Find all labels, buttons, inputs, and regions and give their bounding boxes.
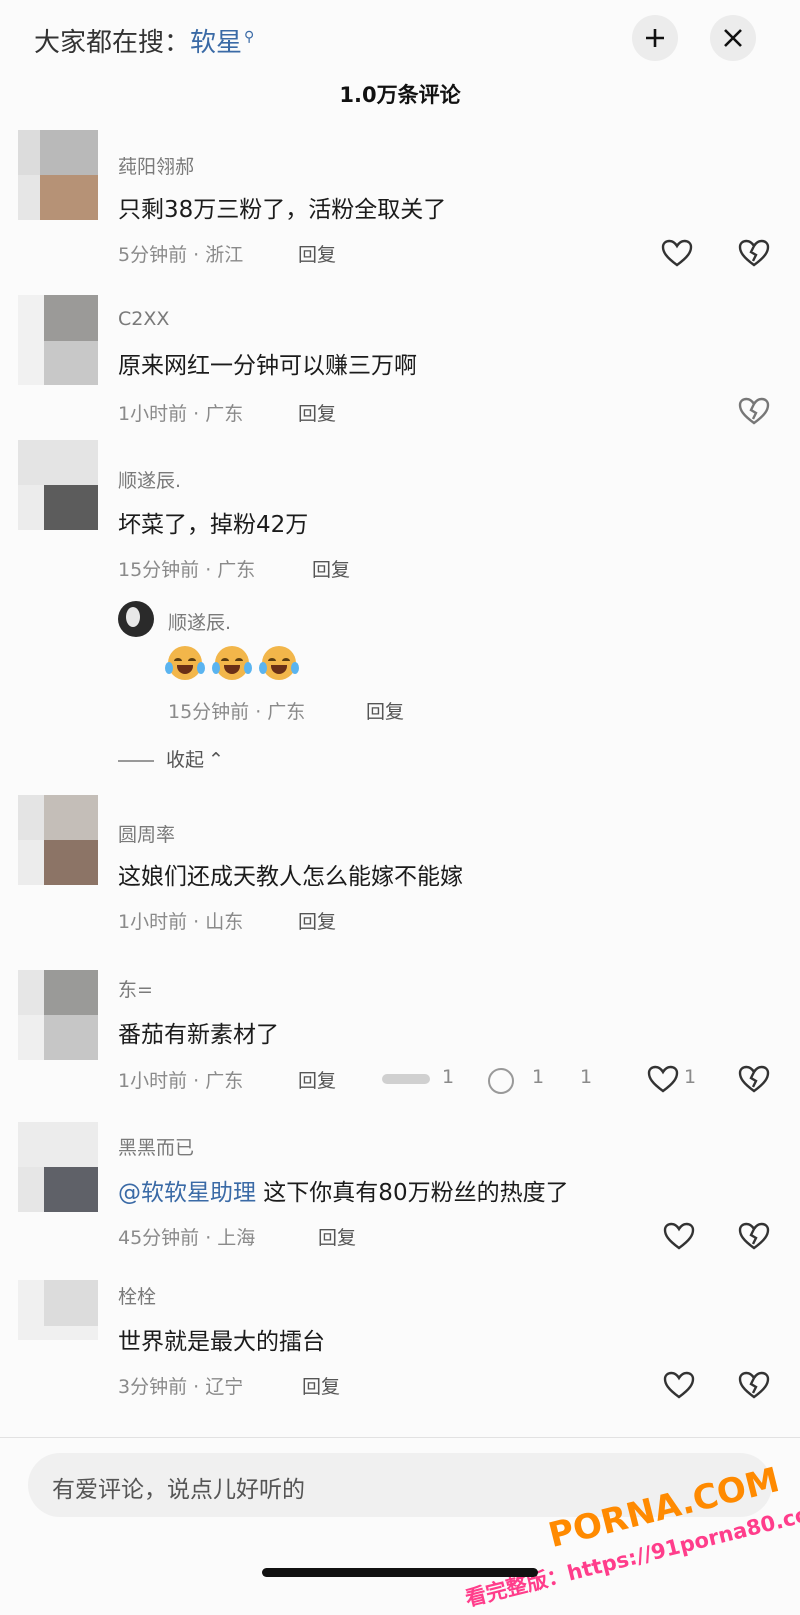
like-heart-icon[interactable]	[660, 238, 694, 268]
comment-text: 只剩38万三粉了，活粉全取关了	[118, 197, 447, 223]
comment-time-location: 1小时前 · 山东	[118, 911, 244, 933]
reply-button[interactable]: 回复	[312, 555, 350, 582]
close-icon	[724, 29, 742, 47]
reply-button[interactable]: 回复	[366, 697, 404, 724]
divider	[0, 1437, 800, 1438]
comment-author[interactable]: 黑黑而已	[118, 1133, 194, 1160]
comment-text: 番茄有新素材了	[118, 1022, 279, 1048]
like-heart-icon[interactable]	[662, 1221, 696, 1251]
collapse-label: 收起	[166, 749, 205, 771]
comment-author[interactable]: 圆周率	[118, 820, 175, 847]
like-count: 1	[684, 1066, 697, 1088]
avatar[interactable]	[18, 130, 98, 220]
search-suggestion-prefix: 大家都在搜：	[34, 28, 191, 58]
comment-input-placeholder: 有爱评论，说点儿好听的	[52, 1477, 305, 1503]
comment-author[interactable]: 栓栓	[118, 1282, 156, 1309]
dislike-broken-heart-icon[interactable]	[737, 396, 771, 426]
comment-time-location: 1小时前 · 广东	[118, 1070, 244, 1092]
comment-time-location: 3分钟前 · 辽宁	[118, 1376, 244, 1398]
avatar[interactable]	[18, 295, 98, 385]
avatar[interactable]	[118, 601, 154, 637]
comment-author[interactable]: 顺遂辰.	[118, 466, 181, 493]
comment-author[interactable]: C2XX	[118, 308, 169, 330]
top-bar: 大家都在搜：软星 ⚲	[0, 0, 800, 80]
reply-button[interactable]: 回复	[298, 399, 336, 426]
reaction-count: 1	[442, 1066, 455, 1088]
avatar[interactable]	[18, 1280, 98, 1340]
expand-button[interactable]	[632, 15, 678, 61]
search-suggestion-keyword[interactable]: 软星	[190, 28, 242, 58]
laugh-cry-emoji	[212, 646, 252, 680]
laugh-cry-emoji	[259, 646, 299, 680]
comment-time-location: 15分钟前 · 广东	[118, 559, 256, 581]
dislike-broken-heart-icon[interactable]	[737, 238, 771, 268]
reply-button[interactable]: 回复	[302, 1372, 340, 1399]
mention-link[interactable]: @软软星助理	[118, 1180, 256, 1206]
comment-time-location: 1小时前 · 广东	[118, 403, 244, 425]
collapse-replies-button[interactable]: 收起 ⌃	[118, 745, 224, 772]
like-heart-icon[interactable]	[646, 1064, 680, 1094]
sub-reply-time-location: 15分钟前 · 广东	[168, 701, 306, 723]
comment-text: 这娘们还成天教人怎么能嫁不能嫁	[118, 864, 463, 890]
comment-author[interactable]: 东=	[118, 975, 153, 1002]
plus-icon	[646, 29, 664, 47]
comment-count-title: 1.0万条评论	[339, 83, 461, 107]
comment-text: 原来网红一分钟可以赚三万啊	[118, 353, 417, 379]
comment-author[interactable]: 莼阳翎郝	[118, 152, 194, 179]
reply-button[interactable]: 回复	[318, 1223, 356, 1250]
like-heart-icon[interactable]	[662, 1370, 696, 1400]
dislike-broken-heart-icon[interactable]	[737, 1064, 771, 1094]
divider-line	[118, 759, 154, 762]
dislike-broken-heart-icon[interactable]	[737, 1370, 771, 1400]
reply-button[interactable]: 回复	[298, 907, 336, 934]
reply-button[interactable]: 回复	[298, 1066, 336, 1093]
search-suggestion[interactable]: 大家都在搜：软星 ⚲	[34, 22, 254, 59]
emoji-reaction-icon[interactable]	[488, 1068, 514, 1094]
search-icon: ⚲	[244, 29, 255, 46]
close-button[interactable]	[710, 15, 756, 61]
avatar[interactable]	[18, 1122, 98, 1212]
comment-text-body: 这下你真有80万粉丝的热度了	[256, 1180, 569, 1206]
home-indicator[interactable]	[262, 1568, 538, 1577]
comment-time-location: 5分钟前 · 浙江	[118, 244, 244, 266]
comment-text: 坏菜了，掉粉42万	[118, 512, 309, 538]
dislike-broken-heart-icon[interactable]	[737, 1221, 771, 1251]
comment-text: 世界就是最大的擂台	[118, 1329, 325, 1355]
blurred-bar	[382, 1074, 430, 1084]
reaction-count: 1	[532, 1066, 545, 1088]
sub-reply-author[interactable]: 顺遂辰.	[168, 608, 231, 635]
reaction-count: 1	[580, 1066, 593, 1088]
avatar[interactable]	[18, 440, 98, 530]
reply-button[interactable]: 回复	[298, 240, 336, 267]
comment-time-location: 45分钟前 · 上海	[118, 1227, 256, 1249]
avatar[interactable]	[18, 795, 98, 885]
avatar[interactable]	[18, 970, 98, 1060]
comment-text: @软软星助理 这下你真有80万粉丝的热度了	[118, 1173, 569, 1207]
laugh-cry-emoji	[165, 646, 205, 680]
chevron-up-icon: ⌃	[208, 749, 224, 771]
